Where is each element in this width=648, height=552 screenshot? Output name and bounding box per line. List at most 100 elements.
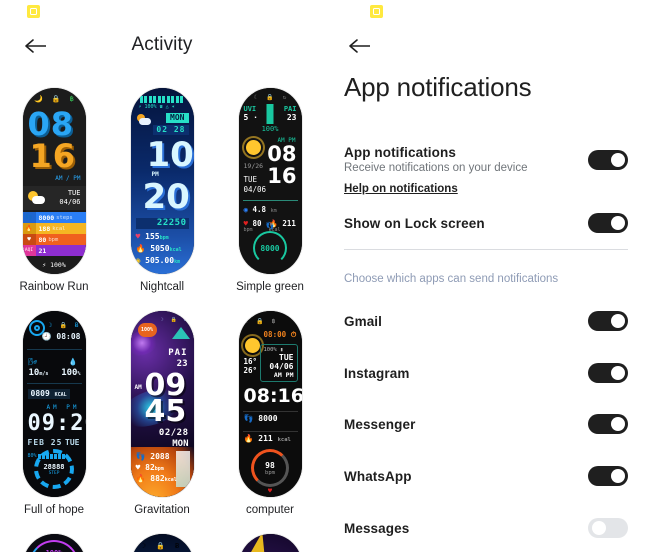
nc-status: ⚡ 100% ☎ △ ✶ <box>138 104 175 110</box>
toggle-knob <box>611 366 625 380</box>
toggle-app-notifications[interactable] <box>588 149 628 170</box>
gv-date: 02/28 <box>158 428 189 438</box>
watch-face-cell[interactable]: 100% <box>0 534 108 552</box>
toggle-lock-screen[interactable] <box>588 213 628 233</box>
watch-face-partial-1[interactable]: 100% <box>22 534 86 552</box>
heart-icon: ♥ <box>135 232 141 241</box>
watch-face-cell[interactable]: ⚡ 100% ☎ △ ✶ MON 02 28 10 PM 20 22250 ♥ … <box>108 88 216 293</box>
sg-pai-label: PAI <box>283 105 297 113</box>
gv-battery: 100% <box>137 323 157 337</box>
toggle-gmail[interactable] <box>588 311 628 331</box>
watch-face-cell[interactable]: 100% ☽ 🔒 Ƀ PAI 23 AM 09 45 02/28 MON 👣 2… <box>108 311 216 516</box>
cp-kcal: 🔥 211 kcal <box>244 435 291 444</box>
watch-face-full-of-hope[interactable]: ☽ 🔒 Ƀ 🕘 08:08 🌬 10m/s 💧 100% 0809 KCAL A… <box>22 311 86 497</box>
sg-temp-range: 19/26 <box>243 162 264 170</box>
watch-face-gravitation[interactable]: 100% ☽ 🔒 Ƀ PAI 23 AM 09 45 02/28 MON 👣 2… <box>130 311 194 497</box>
app-row-whatsapp[interactable]: WhatsApp <box>344 466 628 486</box>
app-badge-inner <box>30 8 37 15</box>
sg-distance: ◉ 4.8 km <box>244 206 277 214</box>
cp-status-icons: ☾ 🔒 ฿ <box>245 318 276 325</box>
watch-face-nightcall[interactable]: ⚡ 100% ☎ △ ✶ MON 02 28 10 PM 20 22250 ♥ … <box>130 88 194 274</box>
comet-decor <box>171 327 190 339</box>
watch-face-cell[interactable]: ☽ 🔒 Ƀ 🕘 08:08 🌬 10m/s 💧 100% 0809 KCAL A… <box>0 311 108 516</box>
sg-status-icons: ☾ 🔒 ↻ <box>239 94 302 101</box>
sg-uvi-value: 5 · <box>243 113 258 122</box>
rr-steps-value: 8000 <box>38 213 55 222</box>
watch-face-computer[interactable]: ☾ 🔒 ฿ 08:00 ⏱ 100% ▮ TUE 04/06 AM PM 16°… <box>238 311 302 497</box>
gv-pai-label: PAI <box>168 348 188 358</box>
watch-face-partial-3[interactable] <box>238 534 302 552</box>
toggle-whatsapp[interactable] <box>588 466 628 486</box>
watch-face-rainbow-run[interactable]: 🌙 🔒 ฿ 08 16 AM / PM TUE 04/06 👣 8000 ste… <box>22 88 86 274</box>
app-row-gmail[interactable]: Gmail <box>344 311 628 331</box>
flame-icon: 🔥 <box>243 434 254 443</box>
rr-kcal-value: 188 <box>38 224 51 233</box>
app-row-messages[interactable]: Messages <box>344 518 628 538</box>
fh-wind-unit: m/s <box>39 371 49 377</box>
nc-bpm-unit: bpm <box>159 235 169 241</box>
watch-face-cell[interactable]: ☽ 🔒 Ƀ <box>108 534 216 552</box>
rr-stat-aqi: AQI 21 <box>22 245 86 256</box>
back-arrow-icon[interactable] <box>348 36 372 56</box>
location-icon: ◉ <box>243 205 249 214</box>
moon-icon: ☾ <box>253 94 258 101</box>
rr-steps-unit: steps <box>56 214 73 221</box>
app-row-instagram[interactable]: Instagram <box>344 363 628 383</box>
cp-bpm-value: 98 <box>265 460 275 470</box>
cp-steps-value: 8000 <box>258 414 278 423</box>
toggle-knob <box>611 469 625 483</box>
fh-status-icons: ☽ 🔒 Ƀ <box>48 322 81 329</box>
fh-hum-number: 100 <box>61 368 78 378</box>
heart-icon: ♥ <box>267 487 273 495</box>
watch-face-cell[interactable]: ☾ 🔒 ฿ 08:00 ⏱ 100% ▮ TUE 04/06 AM PM 16°… <box>216 311 324 516</box>
sg-date: 04/06 <box>243 185 267 194</box>
nc-date: 02 28 <box>153 125 189 135</box>
app-name: Instagram <box>344 365 410 381</box>
toggle-instagram[interactable] <box>588 363 628 383</box>
watch-face-simple-green[interactable]: ☾ 🔒 ↻ UVI 5 · PAI 23 100% 19/26 TUE 04/0… <box>238 88 302 274</box>
fh-wind-number: 10 <box>28 368 40 378</box>
gv-kcal-value: 882 <box>150 474 165 483</box>
setting-row-app-notifications[interactable]: App notifications Receive notifications … <box>344 145 628 174</box>
flame-icon: 🔥 <box>135 244 146 253</box>
watch-face-label: Rainbow Run <box>19 281 89 293</box>
watch-face-grid: 🌙 🔒 ฿ 08 16 AM / PM TUE 04/06 👣 8000 ste… <box>0 88 324 552</box>
cp-battery-value: 100% <box>263 347 277 353</box>
steps-icon: 👣 <box>22 212 36 223</box>
toggle-messenger[interactable] <box>588 414 628 434</box>
fh-hum-unit: % <box>77 371 81 377</box>
p2-status-icons: ☽ 🔒 Ƀ <box>141 542 183 550</box>
setting-row-lock-screen[interactable]: Show on Lock screen <box>344 213 628 233</box>
toggle-knob <box>611 216 625 230</box>
toggle-knob <box>592 521 606 535</box>
sg-uvi-label: UVI <box>243 105 257 113</box>
app-badge-icon <box>27 5 40 18</box>
lock-icon: 🔒 <box>266 94 274 101</box>
cp-date: 04/06 <box>269 362 294 371</box>
lock-icon: 🔒 <box>256 318 264 325</box>
nc-day: MON <box>166 113 189 123</box>
rr-day: TUE <box>67 188 81 197</box>
sg-minute: 16 <box>267 164 297 188</box>
nc-bpm-value: 155 <box>145 232 160 241</box>
watch-face-cell[interactable]: 🌙 🔒 ฿ 08 16 AM / PM TUE 04/06 👣 8000 ste… <box>0 88 108 293</box>
fh-steps-label: STEP <box>48 470 60 476</box>
toggle-messages[interactable] <box>588 518 628 538</box>
location-icon: ◉ <box>135 256 141 265</box>
section-divider <box>344 249 628 250</box>
rr-stat-steps: 👣 8000 steps <box>22 212 86 223</box>
help-on-notifications-link[interactable]: Help on notifications <box>344 183 458 195</box>
watch-face-cell[interactable] <box>216 534 324 552</box>
wind-icon: 🌬 <box>28 358 38 366</box>
nc-distance: ◉ 505.00km <box>136 257 181 265</box>
nc-kcal-unit: kcal <box>169 247 182 253</box>
rr-battery-value: 100% <box>50 261 66 269</box>
nc-hour: 10 <box>146 135 194 175</box>
app-row-messenger[interactable]: Messenger <box>344 414 628 434</box>
bluetooth-icon: ฿ <box>69 95 74 103</box>
watch-face-cell[interactable]: ☾ 🔒 ↻ UVI 5 · PAI 23 100% 19/26 TUE 04/0… <box>216 88 324 293</box>
app-name: WhatsApp <box>344 468 412 484</box>
page-title: Activity <box>131 34 193 55</box>
watch-face-partial-2[interactable]: ☽ 🔒 Ƀ <box>130 534 194 552</box>
watch-face-label: computer <box>246 504 294 516</box>
